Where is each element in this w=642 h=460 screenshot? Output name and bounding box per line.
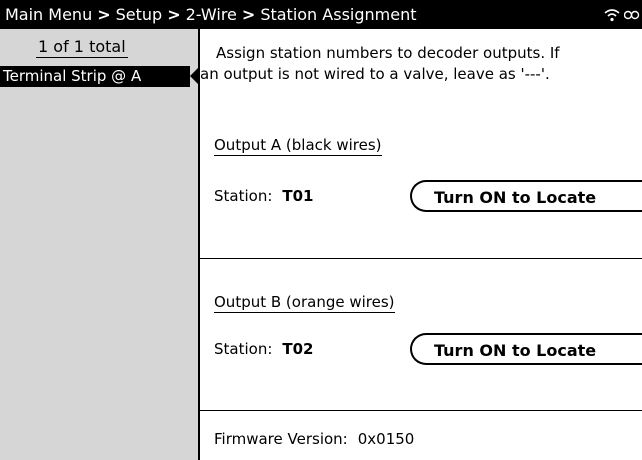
output-a-station-value[interactable]: T01	[282, 187, 313, 205]
breadcrumb-2-wire[interactable]: 2-Wire	[186, 5, 237, 24]
firmware-version: Firmware Version: 0x0150	[214, 429, 414, 449]
item-total: 1	[73, 37, 84, 56]
item-count: 1 of 1 total	[36, 37, 128, 58]
breadcrumb-separator: >	[167, 5, 181, 24]
output-b-locate-button[interactable]: Turn ON to Locate	[410, 333, 642, 365]
section-divider	[200, 258, 642, 259]
breadcrumb-setup[interactable]: Setup	[116, 5, 163, 24]
title-bar: Main Menu > Setup >2-Wire > Station Assignmen…	[0, 0, 642, 29]
sidebar-item-terminal-strip-a[interactable]: Terminal Strip @ A	[0, 66, 190, 87]
output-a-station: Station: T01	[214, 186, 314, 206]
instructions-line-1: Assign station numbers to decoder output…	[216, 44, 560, 62]
breadcrumb-separator: >	[97, 5, 111, 24]
output-a-locate-button[interactable]: Turn ON to Locate	[410, 180, 642, 212]
breadcrumb-main-menu[interactable]: Main Menu	[5, 5, 92, 24]
firmware-label: Firmware Version:	[214, 430, 348, 448]
output-b-title: Output B (orange wires)	[214, 293, 395, 313]
breadcrumb-separator: >	[241, 5, 256, 24]
item-position: 1	[38, 37, 49, 56]
breadcrumb-station-assignment: Station Assignment	[260, 5, 417, 24]
output-b-station: Station: T02	[214, 339, 314, 359]
firmware-value: 0x0150	[357, 430, 415, 448]
instructions: Assign station numbers to decoder output…	[200, 43, 636, 85]
selection-pointer-icon	[190, 67, 199, 85]
sidebar: 1 of 1 total Terminal Strip @ A	[0, 29, 200, 460]
section-divider	[200, 410, 642, 411]
output-b-station-label: Station:	[214, 340, 273, 358]
instructions-line-2: an output is not wired to a valve, leave…	[200, 65, 550, 83]
item-count-of: of	[53, 37, 69, 56]
output-b-station-value[interactable]: T02	[282, 340, 313, 358]
wireless-icon	[604, 8, 620, 22]
battery-icon	[624, 9, 640, 21]
breadcrumb: Main Menu > Setup >2-Wire > Station Assignmen…	[5, 5, 416, 24]
item-count-total-label: total	[89, 37, 126, 56]
output-a-station-label: Station:	[214, 187, 273, 205]
content-panel: Assign station numbers to decoder output…	[200, 29, 642, 460]
output-a-title: Output A (black wires)	[214, 136, 382, 156]
